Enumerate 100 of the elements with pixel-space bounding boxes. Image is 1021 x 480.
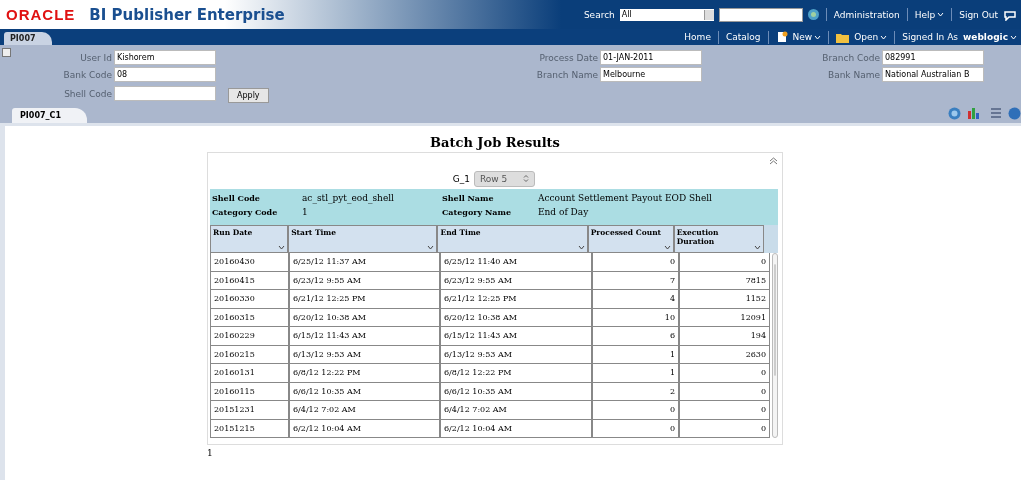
table-cell: 4	[592, 290, 679, 309]
report-tab[interactable]: PI007	[4, 32, 52, 45]
search-scope-select[interactable]: All	[619, 8, 714, 21]
row-select[interactable]: Row 5	[473, 171, 536, 187]
parameter-field[interactable]: National Australian B	[882, 67, 984, 82]
new-document-icon	[775, 31, 788, 43]
table-cell: 20160430	[210, 253, 289, 272]
summary-label: Shell Code	[212, 193, 261, 203]
nav-link[interactable]: New	[792, 32, 813, 42]
table-cell: 20160330	[210, 290, 289, 309]
parameter-field[interactable]: 01-JAN-2011	[600, 50, 702, 65]
table-cell: 20160415	[210, 271, 289, 290]
caret-icon[interactable]	[663, 245, 671, 250]
summary-value: Account Settlement Payout EOD Shell	[538, 193, 713, 203]
table-cell: 6/13/12 9:53 AM	[289, 345, 440, 364]
folder-icon	[836, 31, 850, 43]
table-cell: 20151215	[210, 419, 289, 438]
table-cell: 6	[592, 327, 679, 346]
search-label: Search	[583, 9, 615, 20]
table-cell: 10	[592, 308, 679, 327]
table-cell: 6/20/12 10:38 AM	[440, 308, 592, 327]
collapse-icon[interactable]	[2, 48, 11, 57]
table-cell: 20160115	[210, 382, 289, 401]
table-cell: 6/6/12 10:35 AM	[289, 382, 440, 401]
parameter-label: Process Date	[538, 52, 598, 63]
table-cell: 6/25/12 11:37 AM	[289, 253, 440, 272]
header-link[interactable]: Sign Out	[959, 9, 998, 20]
parameter-field[interactable]: 082991	[882, 50, 984, 65]
table-cell: 6/15/12 11:43 AM	[440, 327, 592, 346]
table-cell: 194	[679, 327, 770, 346]
table-cell: 20160131	[210, 364, 289, 383]
header-link[interactable]: Administration	[833, 9, 900, 20]
table-cell: 1	[592, 364, 679, 383]
table-cell: 6/6/12 10:35 AM	[440, 382, 592, 401]
group-label: G_1	[452, 174, 470, 184]
product-name: BI Publisher Enterprise	[89, 5, 285, 24]
search-field[interactable]	[718, 7, 803, 22]
table-cell: 7815	[679, 271, 770, 290]
summary-label: Shell Name	[442, 193, 495, 203]
table-cell: 7	[592, 271, 679, 290]
table-cell: 6/2/12 10:04 AM	[440, 419, 592, 438]
parameter-label: Bank Code	[62, 69, 112, 80]
report-title: Batch Job Results	[429, 135, 561, 150]
table-cell: 0	[592, 253, 679, 272]
caret-icon[interactable]	[754, 245, 761, 250]
chat-icon[interactable]	[1003, 8, 1017, 21]
nav-link[interactable]: Home	[684, 32, 711, 42]
header-link[interactable]: Help	[914, 9, 936, 20]
table-cell: 1152	[679, 290, 770, 309]
table-cell: 0	[679, 364, 770, 383]
parameter-field[interactable]: 08	[114, 67, 216, 82]
parameter-field[interactable]	[114, 86, 216, 101]
table-cell: 2	[592, 382, 679, 401]
summary-value: End of Day	[538, 207, 590, 217]
table-cell: 20160315	[210, 308, 289, 327]
parameter-label: Branch Code	[821, 52, 880, 63]
apply-button[interactable]: Apply	[228, 88, 269, 103]
table-cell: 6/23/12 9:55 AM	[440, 271, 592, 290]
caret-icon[interactable]	[278, 245, 286, 250]
scrollbar[interactable]	[772, 253, 778, 438]
table-cell: 6/13/12 9:53 AM	[440, 345, 592, 364]
user-menu[interactable]: weblogic	[963, 32, 1008, 42]
table-cell: 6/4/12 7:02 AM	[289, 401, 440, 420]
search-go-icon[interactable]	[807, 9, 819, 20]
caret-icon[interactable]	[427, 245, 435, 250]
table-cell: 20160229	[210, 327, 289, 346]
table-cell: 6/8/12 12:22 PM	[289, 364, 440, 383]
report-view-tab[interactable]: PI007_C1	[12, 108, 87, 123]
table-cell: 0	[679, 253, 770, 272]
caret-icon[interactable]	[577, 245, 585, 250]
table-cell: 2630	[679, 345, 770, 364]
signed-in-label: Signed In As	[902, 32, 958, 42]
parameter-label: User Id	[79, 52, 112, 63]
table-cell: 6/20/12 10:38 AM	[289, 308, 440, 327]
summary-value: 1	[302, 207, 309, 217]
table-cell: 6/4/12 7:02 AM	[440, 401, 592, 420]
table-cell: 6/23/12 9:55 AM	[289, 271, 440, 290]
parameter-field[interactable]: Melbourne	[600, 67, 702, 82]
summary-value: ac_stl_pyt_eod_shell	[302, 193, 395, 203]
table-cell: 6/8/12 12:22 PM	[440, 364, 592, 383]
table-cell: 6/25/12 11:40 AM	[440, 253, 592, 272]
table-cell: 6/15/12 11:43 AM	[289, 327, 440, 346]
table-cell: 20160215	[210, 345, 289, 364]
parameter-field[interactable]: Kishorem	[114, 50, 216, 65]
table-cell: 1	[592, 345, 679, 364]
table-cell: 6/21/12 12:25 PM	[289, 290, 440, 309]
summary-label: Category Code	[212, 207, 279, 217]
parameter-label: Bank Name	[826, 69, 880, 80]
oracle-logo: ORACLE	[6, 6, 76, 23]
table-cell: 0	[679, 382, 770, 401]
parameter-label: Branch Name	[535, 69, 598, 80]
page-number: 1	[207, 448, 214, 458]
table-cell: 20151231	[210, 401, 289, 420]
collapse-up-icon[interactable]	[768, 157, 779, 167]
nav-link[interactable]: Open	[854, 32, 879, 42]
table-cell: 0	[592, 401, 679, 420]
table-cell: 6/2/12 10:04 AM	[289, 419, 440, 438]
table-cell: 6/21/12 12:25 PM	[440, 290, 592, 309]
summary-label: Category Name	[442, 207, 512, 217]
nav-link[interactable]: Catalog	[725, 32, 761, 42]
